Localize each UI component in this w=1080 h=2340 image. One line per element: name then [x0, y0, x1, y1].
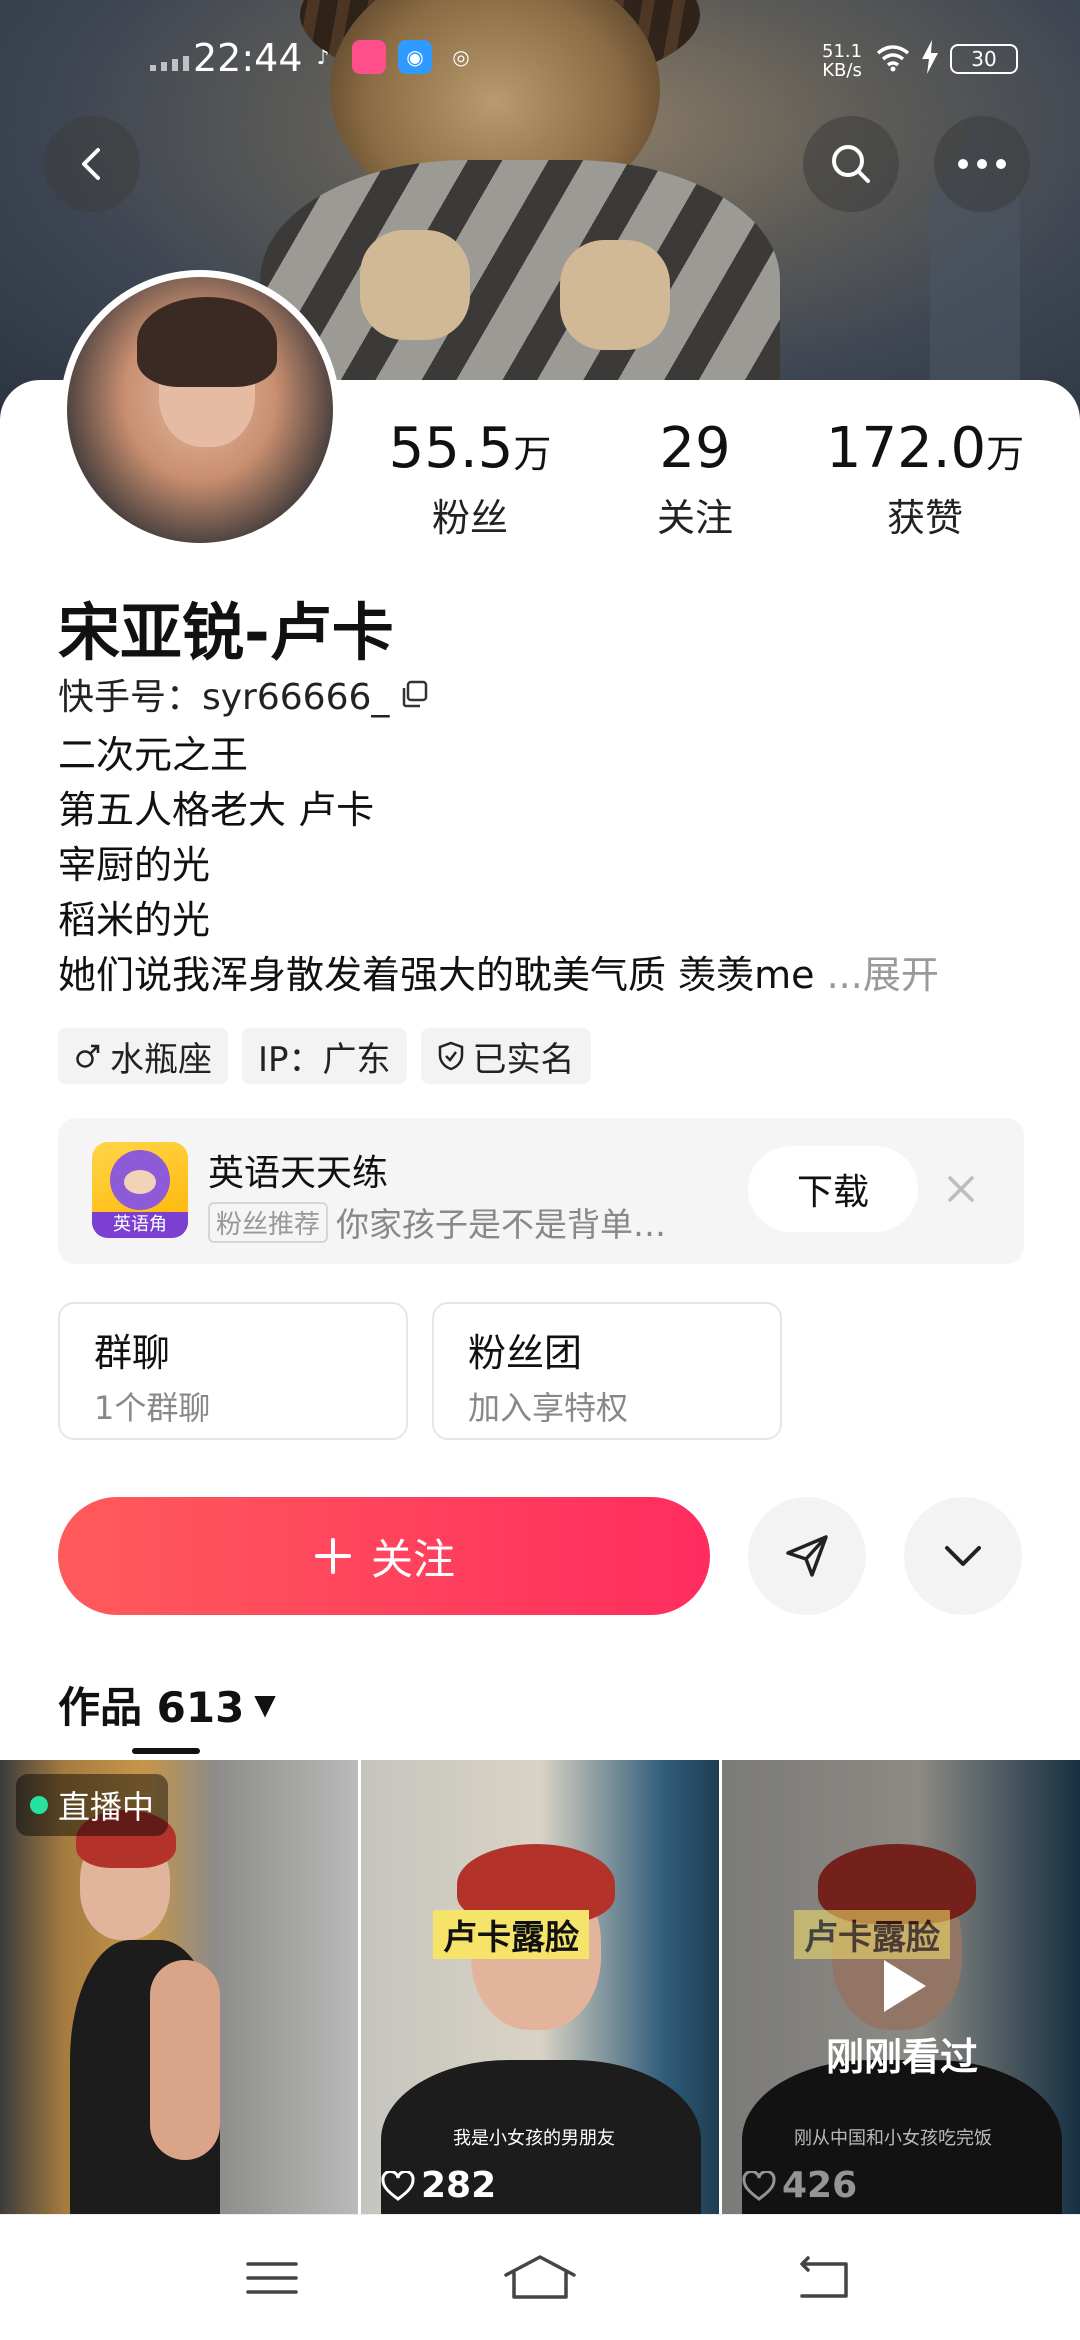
download-button[interactable]: 下载	[748, 1146, 918, 1232]
shield-check-icon	[438, 1041, 463, 1071]
back-arrow-icon	[800, 2256, 848, 2298]
profile-name: 宋亚锐-卢卡	[58, 596, 394, 669]
back-button[interactable]	[44, 116, 140, 212]
follow-button[interactable]: 关注	[58, 1497, 710, 1615]
chevron-down-icon	[945, 1546, 981, 1566]
more-button[interactable]	[934, 116, 1030, 212]
system-nav-bar	[0, 2214, 1080, 2340]
chevron-left-icon	[82, 148, 100, 180]
ad-badge: 粉丝推荐	[208, 1201, 329, 1243]
charging-icon	[920, 40, 940, 82]
video-likes: 426	[742, 2165, 857, 2206]
video-subcaption: 我是小女孩的男朋友	[453, 2128, 615, 2149]
battery-icon: 30	[950, 44, 1018, 74]
video-thumb[interactable]: 直播中	[0, 1760, 358, 2214]
search-icon	[832, 145, 870, 183]
app-notification-icon: ◎	[452, 45, 470, 69]
wifi-icon	[876, 44, 910, 80]
paper-plane-icon	[786, 1535, 828, 1577]
stat-fans[interactable]: 55.5万 粉丝	[380, 418, 560, 542]
app-ad-card[interactable]: 英语角 英语天天练 粉丝推荐 你家孩子是不是背单… 下载	[58, 1118, 1024, 1264]
menu-icon	[246, 2262, 298, 2294]
signal-icon	[150, 56, 189, 71]
plus-icon	[314, 1538, 351, 1574]
net-speed: 51.1 KB/s	[822, 41, 863, 81]
kuaishou-id[interactable]: 快手号：syr66666_	[58, 668, 429, 720]
video-caption: 卢卡露脸	[794, 1910, 950, 1959]
recents-button[interactable]	[232, 2243, 312, 2313]
search-button[interactable]	[803, 116, 899, 212]
tab-indicator	[132, 1748, 200, 1754]
video-thumb[interactable]: 卢卡露脸 刚从中国和小女孩吃完饭 刚刚看过 426	[722, 1760, 1080, 2214]
system-back-button[interactable]	[784, 2243, 864, 2313]
heart-icon	[381, 2170, 415, 2201]
group-chat-card[interactable]: 群聊 1个群聊	[58, 1302, 408, 1440]
status-time: 22:44	[193, 36, 303, 80]
play-icon	[884, 1960, 926, 2012]
tag-ip[interactable]: IP：广东	[242, 1028, 407, 1084]
profile-tags: 水瓶座 IP：广东 已实名	[58, 1028, 591, 1084]
male-icon	[76, 1044, 100, 1068]
more-horizontal-icon	[958, 159, 1006, 169]
stat-likes[interactable]: 172.0万 获赞	[810, 418, 1040, 542]
expand-bio-link[interactable]: ...展开	[827, 953, 939, 997]
tiktok-icon: ♪	[316, 45, 330, 69]
ad-title: 英语天天练	[208, 1153, 389, 1194]
send-message-button[interactable]	[748, 1497, 866, 1615]
home-button[interactable]	[500, 2243, 580, 2313]
tab-works[interactable]: 作品 613 ▼	[58, 1674, 276, 1735]
stat-following[interactable]: 29 关注	[610, 418, 780, 542]
close-icon	[948, 1176, 974, 1202]
app-notification-icon	[352, 40, 386, 74]
fan-club-card[interactable]: 粉丝团 加入享特权	[432, 1302, 782, 1440]
home-icon	[504, 2255, 576, 2299]
caret-down-icon: ▼	[254, 1688, 276, 1721]
video-likes: 282	[381, 2165, 496, 2206]
tag-verified[interactable]: 已实名	[420, 1028, 591, 1084]
avatar[interactable]	[60, 270, 340, 550]
heart-icon	[742, 2170, 776, 2201]
video-thumb[interactable]: 卢卡露脸 我是小女孩的男朋友 282	[361, 1760, 719, 2214]
works-grid: 直播中 卢卡露脸 我是小女孩的男朋友 282 卢卡露脸 刚从中国和小女孩吃完饭 …	[0, 1760, 1080, 2214]
app-notification-icon: ◉	[398, 40, 432, 74]
expand-recommend-button[interactable]	[904, 1497, 1022, 1615]
video-subcaption: 刚从中国和小女孩吃完饭	[794, 2128, 992, 2149]
video-caption: 卢卡露脸	[433, 1910, 589, 1959]
live-badge: 直播中	[16, 1774, 169, 1836]
profile-bio: 二次元之王 第五人格老大 卢卡 宰厨的光 稻米的光 她们说我浑身散发着强大的耽美…	[58, 733, 939, 997]
close-ad-button[interactable]	[946, 1162, 976, 1218]
status-bar: 22:44 ♪ ◉ ◎ 51.1 KB/s 30	[0, 0, 1080, 120]
app-logo: 英语角	[92, 1142, 188, 1238]
ad-subtitle: 粉丝推荐 你家孩子是不是背单…	[208, 1198, 666, 1246]
copy-icon[interactable]	[399, 679, 429, 709]
tag-zodiac[interactable]: 水瓶座	[58, 1028, 228, 1084]
watched-label: 刚刚看过	[825, 2035, 978, 2079]
